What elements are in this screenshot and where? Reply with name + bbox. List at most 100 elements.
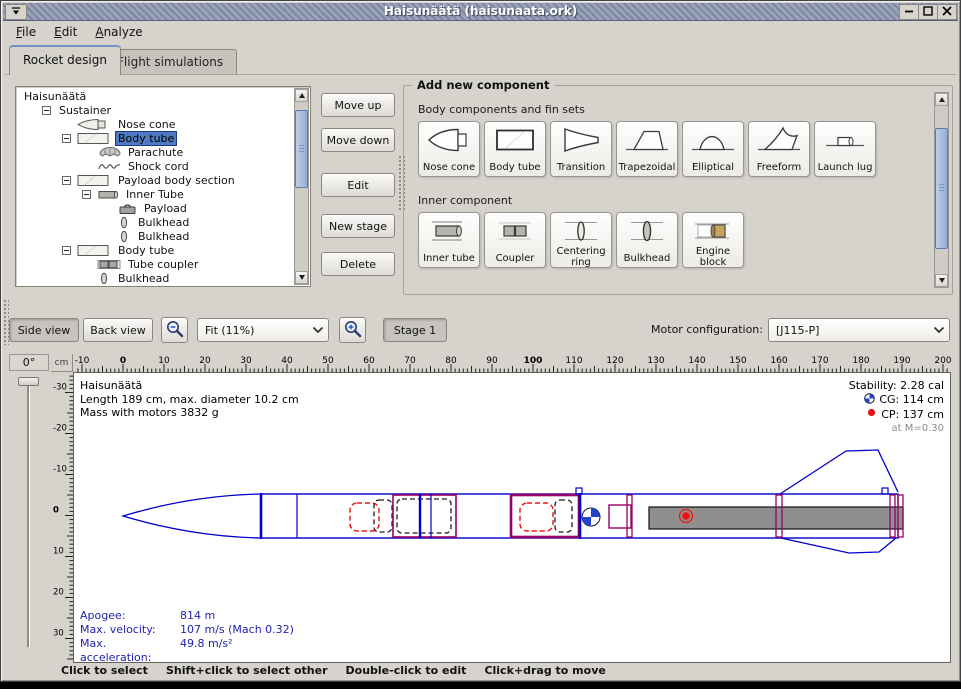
add-elliptical-button[interactable]: Elliptical [682, 121, 744, 177]
bulkhead-icon [117, 216, 133, 229]
tab-flight-simulations[interactable]: Flight simulations [103, 49, 237, 75]
scroll-down-button[interactable] [935, 274, 948, 287]
component-button-label: Launch lug [818, 156, 873, 176]
tree-item-bulkhead[interactable]: Bulkhead [18, 271, 293, 284]
menu-analyze[interactable]: Analyze [86, 21, 151, 44]
move-down-button[interactable]: Move down [321, 128, 395, 152]
minimize-button[interactable] [899, 4, 919, 20]
delete-button[interactable]: Delete [321, 252, 395, 276]
move-up-button[interactable]: Move up [321, 93, 395, 117]
add-transition-button[interactable]: Transition [550, 121, 612, 177]
tree-expander-icon[interactable] [82, 190, 97, 199]
menu-file[interactable]: File [7, 21, 45, 44]
add-bulkhead-button[interactable]: Bulkhead [616, 212, 678, 268]
add-launch-lug-button[interactable]: Launch lug [814, 121, 876, 177]
trapezoidal-icon [623, 124, 671, 156]
scrollbar-track[interactable] [295, 102, 308, 271]
tree-item-nose-cone[interactable]: Nose cone [18, 117, 293, 131]
component-button-label: Bulkhead [624, 247, 671, 267]
bulkhead-icon [623, 215, 671, 247]
tree-item-label[interactable]: Bulkhead [136, 216, 191, 229]
component-group-label: Body components and fin sets [418, 103, 952, 116]
add-inner-tube-button[interactable]: Inner tube [418, 212, 480, 268]
close-button[interactable] [937, 4, 957, 20]
tree-item-label[interactable]: Payload [142, 202, 189, 215]
maximize-icon [923, 6, 933, 19]
component-button-label: Centering ring [551, 247, 611, 271]
tree-item-sustainer[interactable]: Sustainer [18, 103, 293, 117]
component-button-label: Inner tube [423, 247, 475, 267]
tree-item-body-tube[interactable]: Body tube [18, 131, 293, 145]
tree-item-parachute[interactable]: Parachute [18, 145, 293, 159]
add-engine-block-button[interactable]: Engine block [682, 212, 744, 268]
window-title: Haisunäätä (haisunaata.ork) [3, 3, 958, 21]
inner-tube-icon [425, 215, 473, 247]
component-tree[interactable]: HaisunäätäSustainerNose coneBody tubePar… [15, 86, 311, 287]
tree-item-body-tube[interactable]: Body tube [18, 243, 293, 257]
component-scrollbar[interactable] [934, 92, 949, 288]
add-trapezoidal-button[interactable]: Trapezoidal [616, 121, 678, 177]
scroll-up-button[interactable] [295, 89, 308, 102]
scrollbar-thumb[interactable] [295, 110, 308, 188]
scrollbar-track[interactable] [935, 106, 948, 274]
elliptical-icon [689, 124, 737, 156]
tree-item-bulkhead[interactable]: Bulkhead [18, 215, 293, 229]
tree-item-label[interactable]: Shock cord [126, 160, 191, 173]
arrow-down-icon [299, 275, 305, 280]
tree-item-label[interactable]: Sustainer [57, 104, 113, 117]
component-button-label: Nose cone [423, 156, 475, 176]
tree-expander-icon[interactable] [62, 246, 77, 255]
engine-block-icon [689, 215, 737, 247]
tree-item-label[interactable]: Bulkhead [116, 272, 171, 285]
tree-item-haisun-t[interactable]: Haisunäätä [18, 89, 293, 103]
bulkhead-icon [117, 230, 133, 243]
tree-item-label[interactable]: Tube coupler [126, 258, 200, 271]
scrollbar-thumb[interactable] [935, 128, 948, 249]
tree-item-label[interactable]: Parachute [126, 146, 185, 159]
tree-item-label[interactable]: Bulkhead [136, 230, 191, 243]
add-body-tube-button[interactable]: Body tube [484, 121, 546, 177]
payload-icon [117, 202, 139, 215]
nose-cone-icon [425, 124, 473, 156]
tree-item-inner-tube[interactable]: Inner Tube [18, 187, 293, 201]
component-button-label: Transition [557, 156, 605, 176]
coupler-icon [491, 215, 539, 247]
add-coupler-button[interactable]: Coupler [484, 212, 546, 268]
tree-item-bulkhead[interactable]: Bulkhead [18, 229, 293, 243]
maximize-button[interactable] [918, 4, 938, 20]
tube-coupler-icon [97, 258, 123, 271]
tree-item-label[interactable]: Inner Tube [124, 188, 186, 201]
tree-scrollbar[interactable] [294, 88, 309, 285]
tree-item-tube-coupler[interactable]: Tube coupler [18, 257, 293, 271]
tree-item-shock-cord[interactable]: Shock cord [18, 159, 293, 173]
tree-item-label[interactable]: Body tube [116, 132, 176, 145]
arrow-up-icon [299, 93, 305, 98]
add-freeform-button[interactable]: Freeform [748, 121, 810, 177]
tree-item-payload-body-section[interactable]: Payload body section [18, 173, 293, 187]
scroll-up-button[interactable] [935, 93, 948, 106]
menu-edit[interactable]: Edit [45, 21, 86, 44]
tree-item-payload[interactable]: Payload [18, 201, 293, 215]
minimize-icon [904, 6, 914, 19]
tree-item-label[interactable]: Payload body section [116, 174, 237, 187]
add-centering-ring-button[interactable]: Centering ring [550, 212, 612, 268]
freeform-icon [755, 124, 803, 156]
new-stage-button[interactable]: New stage [321, 214, 395, 238]
scroll-down-button[interactable] [295, 271, 308, 284]
tree-item-label[interactable]: Body tube [116, 244, 176, 257]
parachute-icon [97, 146, 123, 159]
add-component-group: Add new component Body components and fi… [403, 85, 953, 295]
tree-expander-icon[interactable] [42, 106, 57, 115]
tree-item-label[interactable]: Nose cone [116, 118, 177, 131]
tree-expander-icon[interactable] [62, 134, 77, 143]
tree-item-label[interactable]: Haisunäätä [22, 90, 88, 103]
tab-rocket-design[interactable]: Rocket design [9, 45, 121, 75]
shock-cord-icon [97, 160, 123, 173]
edit-button[interactable]: Edit [321, 173, 395, 197]
centering-ring-icon [557, 215, 605, 247]
tree-expander-icon[interactable] [62, 176, 77, 185]
title-bar[interactable]: Haisunäätä (haisunaata.ork) [3, 3, 958, 21]
component-button-label: Trapezoidal [619, 156, 676, 176]
nose-cone-icon [77, 118, 113, 131]
add-nose-cone-button[interactable]: Nose cone [418, 121, 480, 177]
